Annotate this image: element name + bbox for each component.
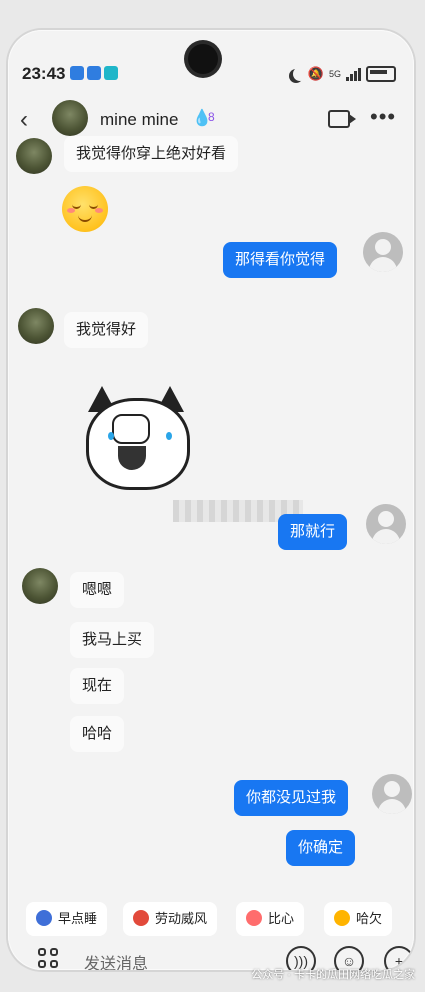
notification-icons bbox=[70, 66, 118, 80]
my-avatar[interactable] bbox=[366, 504, 406, 544]
message-bubble-right[interactable]: 你确定 bbox=[286, 830, 356, 866]
message-bubble-left[interactable]: 我马上买 bbox=[70, 622, 155, 658]
yawn-icon bbox=[334, 910, 350, 926]
app-notification-icon bbox=[87, 66, 101, 80]
quick-reply-label: 比心 bbox=[268, 911, 295, 926]
more-icon[interactable]: ••• bbox=[370, 104, 396, 130]
message-bubble-right[interactable]: 你都没见过我 bbox=[234, 780, 349, 816]
phone-frame: 23:43 🔕 5G ‹ mine mine 💧 8 ••• 我觉得你穿上绝对好… bbox=[8, 30, 414, 970]
smiling-face-icon[interactable] bbox=[62, 186, 108, 232]
quick-reply-button[interactable]: 早点睡 bbox=[26, 902, 108, 936]
quick-reply-label: 哈欠 bbox=[356, 911, 383, 926]
quick-reply-label: 早点睡 bbox=[58, 911, 98, 926]
app-notification-icon bbox=[70, 66, 84, 80]
message-bubble-right[interactable]: 那就行 bbox=[278, 514, 348, 550]
system-icons: 🔕 5G bbox=[289, 66, 396, 82]
moon-icon bbox=[293, 67, 307, 81]
video-call-icon[interactable] bbox=[328, 110, 356, 128]
moon-icon bbox=[36, 910, 52, 926]
status-bar: 23:43 🔕 5G bbox=[8, 64, 414, 88]
network-label: 5G bbox=[328, 69, 341, 79]
message-bubble-left[interactable]: 哈哈 bbox=[70, 716, 125, 752]
cat-laughing-sticker[interactable] bbox=[80, 386, 200, 496]
message-bubble-left[interactable]: 我觉得好 bbox=[64, 312, 149, 348]
heart-hand-icon bbox=[246, 910, 262, 926]
quick-reply-button[interactable]: 比心 bbox=[236, 902, 305, 936]
my-avatar[interactable] bbox=[363, 232, 403, 272]
quick-reply-button[interactable]: 哈欠 bbox=[324, 902, 393, 936]
quick-reply-button[interactable]: 劳动威风 bbox=[123, 902, 218, 936]
contact-avatar[interactable] bbox=[16, 138, 52, 174]
drum-icon bbox=[133, 910, 149, 926]
message-bubble-left[interactable]: 我觉得你穿上绝对好看 bbox=[64, 136, 239, 172]
intimacy-level: 8 bbox=[208, 110, 215, 124]
contact-avatar[interactable] bbox=[22, 568, 58, 604]
contact-avatar[interactable] bbox=[52, 100, 88, 136]
contact-name[interactable]: mine mine bbox=[100, 110, 178, 130]
message-bubble-left[interactable]: 现在 bbox=[70, 668, 125, 704]
watermark: 公众号 · 卡卡的瓜田网络吃瓜之家 bbox=[251, 969, 415, 981]
message-input[interactable]: 发送消息 bbox=[84, 950, 148, 970]
message-bubble-left[interactable]: 嗯嗯 bbox=[70, 572, 125, 608]
back-icon[interactable]: ‹ bbox=[20, 106, 28, 134]
app-notification-icon bbox=[104, 66, 118, 80]
battery-icon bbox=[366, 66, 396, 82]
status-time: 23:43 bbox=[22, 64, 66, 83]
my-avatar[interactable] bbox=[372, 774, 412, 814]
apps-icon[interactable] bbox=[38, 948, 58, 968]
contact-avatar[interactable] bbox=[18, 308, 54, 344]
mute-icon: 🔕 bbox=[307, 66, 324, 81]
signal-icon bbox=[346, 67, 361, 81]
quick-reply-label: 劳动威风 bbox=[155, 911, 208, 926]
message-bubble-right[interactable]: 那得看你觉得 bbox=[223, 242, 338, 278]
